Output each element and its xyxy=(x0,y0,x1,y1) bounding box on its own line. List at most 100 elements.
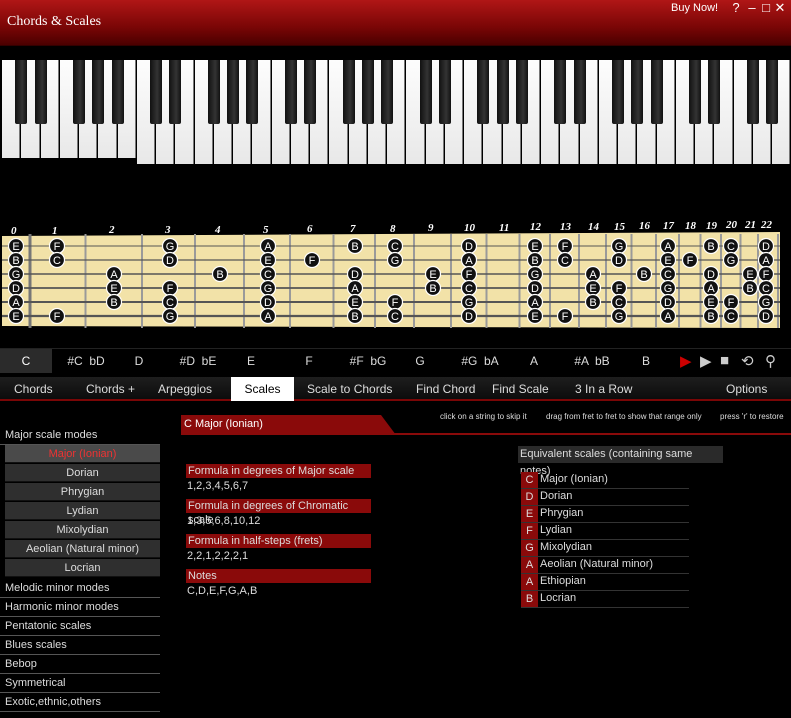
fret-note-marker[interactable]: E xyxy=(7,237,25,255)
fret-note-marker[interactable]: D xyxy=(346,265,364,283)
fret-note-marker[interactable]: E xyxy=(659,251,677,269)
category-item[interactable]: Pentatonic scales xyxy=(0,617,160,636)
category-item[interactable]: Bebop xyxy=(0,655,160,674)
fret-note-marker[interactable]: D xyxy=(259,293,277,311)
mode-item[interactable]: Aeolian (Natural minor) xyxy=(5,540,160,558)
tab-find-chord[interactable]: Find Chord xyxy=(416,377,475,401)
fret-note-marker[interactable]: F xyxy=(303,251,321,269)
fret-note-marker[interactable]: F xyxy=(161,279,179,297)
piano-black-key[interactable] xyxy=(227,60,239,124)
piano-black-key[interactable] xyxy=(496,60,509,124)
category-item[interactable]: Melodic minor modes xyxy=(0,579,160,598)
buy-now-link[interactable]: Buy Now! xyxy=(671,2,718,14)
tab-3-in-a-row[interactable]: 3 In a Row xyxy=(575,377,632,401)
fret-note-marker[interactable]: F xyxy=(48,307,66,325)
mode-item[interactable]: Lydian xyxy=(5,502,160,520)
piano-black-key[interactable] xyxy=(631,60,644,124)
tab-options[interactable]: Options xyxy=(726,377,767,401)
fret-note-marker[interactable]: C xyxy=(460,279,478,297)
fret-note-marker[interactable]: D xyxy=(702,265,720,283)
fret-note-marker[interactable]: A xyxy=(757,251,775,269)
fret-note-marker[interactable]: G xyxy=(610,307,628,325)
fret-note-marker[interactable]: D xyxy=(526,279,544,297)
fret-note-marker[interactable]: F xyxy=(556,237,574,255)
piano-black-key[interactable] xyxy=(169,60,182,124)
key-button[interactable]: A xyxy=(523,349,545,373)
fret-note-marker[interactable]: F xyxy=(610,279,628,297)
piano-black-key[interactable] xyxy=(361,60,374,124)
piano-black-key[interactable] xyxy=(304,60,316,124)
fret-note-marker[interactable]: A xyxy=(7,293,25,311)
tab-scales[interactable]: Scales xyxy=(231,377,294,401)
fret-note-marker[interactable]: G xyxy=(659,279,677,297)
fret-note-marker[interactable]: F xyxy=(757,265,775,283)
piano-black-key[interactable] xyxy=(419,60,432,124)
piano-black-key[interactable] xyxy=(746,60,759,124)
close-button[interactable]: ✕ xyxy=(773,0,787,16)
maximize-button[interactable]: □ xyxy=(759,0,773,15)
category-item[interactable]: Harmonic minor modes xyxy=(0,598,160,617)
fret-note-marker[interactable]: F xyxy=(386,293,404,311)
equivalent-scale-row[interactable]: B Locrian xyxy=(521,591,689,608)
equivalent-scale-row[interactable]: A Aeolian (Natural minor) xyxy=(521,557,689,574)
fret-note-marker[interactable]: C xyxy=(757,279,775,297)
fret-note-marker[interactable]: A xyxy=(526,293,544,311)
fret-note-marker[interactable]: F xyxy=(556,307,574,325)
piano-black-key[interactable] xyxy=(284,60,297,124)
fret-note-marker[interactable]: C xyxy=(259,265,277,283)
fret-note-marker[interactable]: G xyxy=(259,279,277,297)
play-next-icon[interactable]: ▶ xyxy=(700,352,712,370)
tab-find-scale[interactable]: Find Scale xyxy=(492,377,549,401)
piano-black-key[interactable] xyxy=(650,60,663,124)
piano-black-key[interactable] xyxy=(150,60,162,124)
fret-note-marker[interactable]: D xyxy=(460,307,478,325)
equivalent-scale-row[interactable]: G Mixolydian xyxy=(521,540,689,557)
piano-black-key[interactable] xyxy=(342,60,355,124)
piano-black-key[interactable] xyxy=(573,60,586,124)
fret-note-marker[interactable]: C xyxy=(610,293,628,311)
fret-note-marker[interactable]: G xyxy=(7,265,25,283)
key-button[interactable]: D xyxy=(128,349,150,373)
category-major-scale-modes[interactable]: Major scale modes xyxy=(0,426,160,445)
fret-note-marker[interactable]: B xyxy=(584,293,602,311)
key-button[interactable]: #A bB xyxy=(562,349,622,373)
fret-note-marker[interactable]: G xyxy=(386,251,404,269)
key-button[interactable]: #C bD xyxy=(56,349,116,373)
fret-note-marker[interactable]: B xyxy=(526,251,544,269)
fret-note-marker[interactable]: D xyxy=(659,293,677,311)
fret-note-marker[interactable]: B xyxy=(702,237,720,255)
fret-note-marker[interactable]: F xyxy=(460,265,478,283)
piano-black-key[interactable] xyxy=(708,60,721,124)
fret-note-marker[interactable]: D xyxy=(757,307,775,325)
piano-black-key[interactable] xyxy=(34,60,47,124)
stop-icon[interactable]: ■ xyxy=(720,352,729,369)
search-icon[interactable]: ⚲ xyxy=(765,352,776,370)
loop-icon[interactable]: ⟲ xyxy=(741,352,754,370)
fret-note-marker[interactable]: D xyxy=(460,237,478,255)
fret-note-marker[interactable]: D xyxy=(161,251,179,269)
fret-note-marker[interactable]: A xyxy=(584,265,602,283)
help-button[interactable]: ? xyxy=(729,0,743,15)
piano-black-key[interactable] xyxy=(438,60,451,124)
fret-note-marker[interactable]: G xyxy=(460,293,478,311)
fret-note-marker[interactable]: A xyxy=(659,237,677,255)
mode-item[interactable]: Phrygian xyxy=(5,483,160,501)
piano-black-key[interactable] xyxy=(15,60,28,124)
mode-item[interactable]: Locrian xyxy=(5,559,160,577)
fret-note-marker[interactable]: B xyxy=(702,307,720,325)
key-button[interactable]: #F bG xyxy=(338,349,398,373)
fret-note-marker[interactable]: E xyxy=(259,251,277,269)
fret-note-marker[interactable]: C xyxy=(556,251,574,269)
fret-note-marker[interactable]: E xyxy=(702,293,720,311)
tab-chords[interactable]: Chords xyxy=(14,377,53,401)
fret-note-marker[interactable]: D xyxy=(7,279,25,297)
guitar-fretboard[interactable]: E F G A B C D E F G A B C DB C D E F G A B C D E F G AG A B C D E F G A B C D… xyxy=(0,228,791,334)
fret-note-marker[interactable]: C xyxy=(722,307,740,325)
fret-note-marker[interactable]: B xyxy=(211,265,229,283)
fret-note-marker[interactable]: A xyxy=(105,265,123,283)
fret-note-marker[interactable]: A xyxy=(460,251,478,269)
mode-item[interactable]: Major (Ionian) xyxy=(5,445,160,463)
fret-note-marker[interactable]: C xyxy=(722,237,740,255)
piano-black-key[interactable] xyxy=(246,60,259,124)
key-button[interactable]: E xyxy=(240,349,262,373)
